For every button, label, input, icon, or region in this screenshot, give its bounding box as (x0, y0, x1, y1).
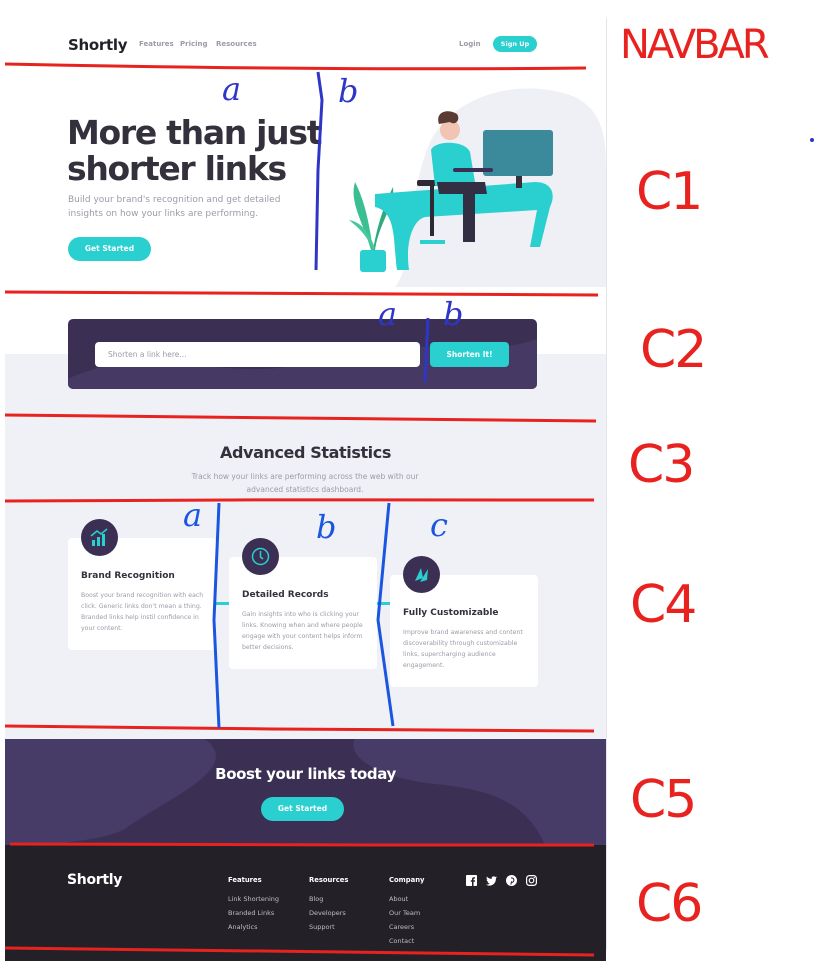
annotation-c6: C6 (636, 874, 703, 934)
page: Shortly Features Pricing Resources Login… (5, 0, 606, 961)
page-edge-divider (606, 18, 607, 950)
card-title: Brand Recognition (81, 571, 175, 581)
hero-get-started-button[interactable]: Get Started (68, 237, 151, 261)
stats-subtitle: Track how your links are performing acro… (191, 472, 419, 494)
shorten-it-button[interactable]: Shorten It! (430, 342, 509, 367)
footer-heading-resources: Resources (309, 876, 349, 884)
footer (5, 845, 606, 961)
footer-link[interactable]: Contact (389, 937, 414, 945)
card-text: Boost your brand recognition with each c… (81, 592, 204, 632)
footer-logo[interactable]: Shortly (67, 872, 122, 888)
annotation-c2: C2 (640, 320, 707, 380)
nav-pricing[interactable]: Pricing (180, 40, 208, 48)
working-illustration (349, 88, 606, 287)
footer-link[interactable]: Developers (309, 909, 346, 917)
hero-title: More than just shorter links (67, 113, 323, 188)
hero-subtitle: Build your brand's recognition and get d… (68, 195, 281, 219)
card-text: Improve brand awareness and content disc… (403, 629, 523, 669)
footer-link[interactable]: Analytics (228, 923, 258, 931)
nav-resources[interactable]: Resources (216, 40, 257, 48)
footer-link[interactable]: Careers (389, 923, 414, 931)
instagram-icon[interactable] (526, 875, 537, 886)
boost-section (5, 739, 606, 845)
footer-link[interactable]: About (389, 895, 408, 903)
card-title: Fully Customizable (403, 608, 499, 618)
footer-link[interactable]: Blog (309, 895, 323, 903)
signup-button[interactable]: Sign Up (493, 36, 537, 52)
nav-features[interactable]: Features (139, 40, 174, 48)
brand-recognition-icon (81, 519, 118, 556)
footer-link[interactable]: Support (309, 923, 335, 931)
footer-link[interactable]: Our Team (389, 909, 420, 917)
annotation-c4-col-b: b (316, 508, 337, 546)
footer-link[interactable]: Link Shortening (228, 895, 279, 903)
twitter-icon[interactable] (486, 875, 497, 886)
pinterest-icon[interactable] (506, 875, 517, 886)
card-text: Gain insights into who is clicking your … (242, 611, 363, 651)
card-title: Detailed Records (242, 590, 329, 600)
annotation-c2-col-a: a (378, 295, 398, 333)
stats-title: Advanced Statistics (220, 443, 391, 462)
annotation-c4: C4 (630, 575, 697, 635)
annotation-c3: C3 (628, 435, 695, 495)
footer-heading-features: Features (228, 876, 262, 884)
annotation-c1-col-b: b (338, 72, 359, 110)
boost-get-started-button[interactable]: Get Started (261, 797, 344, 821)
annotation-navbar: NAVBAR (620, 22, 770, 68)
shorten-url-input[interactable]: Shorten a link here... (95, 342, 420, 367)
detailed-records-icon (242, 538, 279, 575)
annotation-c1-col-a: a (222, 70, 242, 108)
login-link[interactable]: Login (459, 40, 481, 48)
annotation-c1: C1 (636, 162, 703, 222)
annotation-c2-col-b: b (443, 295, 464, 333)
logo[interactable]: Shortly (68, 36, 127, 54)
annotation-c4-col-c: c (430, 506, 448, 544)
annotation-c4-col-a: a (183, 496, 203, 534)
footer-heading-company: Company (389, 876, 425, 884)
fully-customizable-icon (403, 556, 440, 593)
boost-bg-pattern (5, 739, 606, 845)
facebook-icon[interactable] (466, 875, 477, 886)
footer-link[interactable]: Branded Links (228, 909, 274, 917)
annotation-c5: C5 (630, 770, 697, 830)
boost-title: Boost your links today (215, 765, 396, 783)
